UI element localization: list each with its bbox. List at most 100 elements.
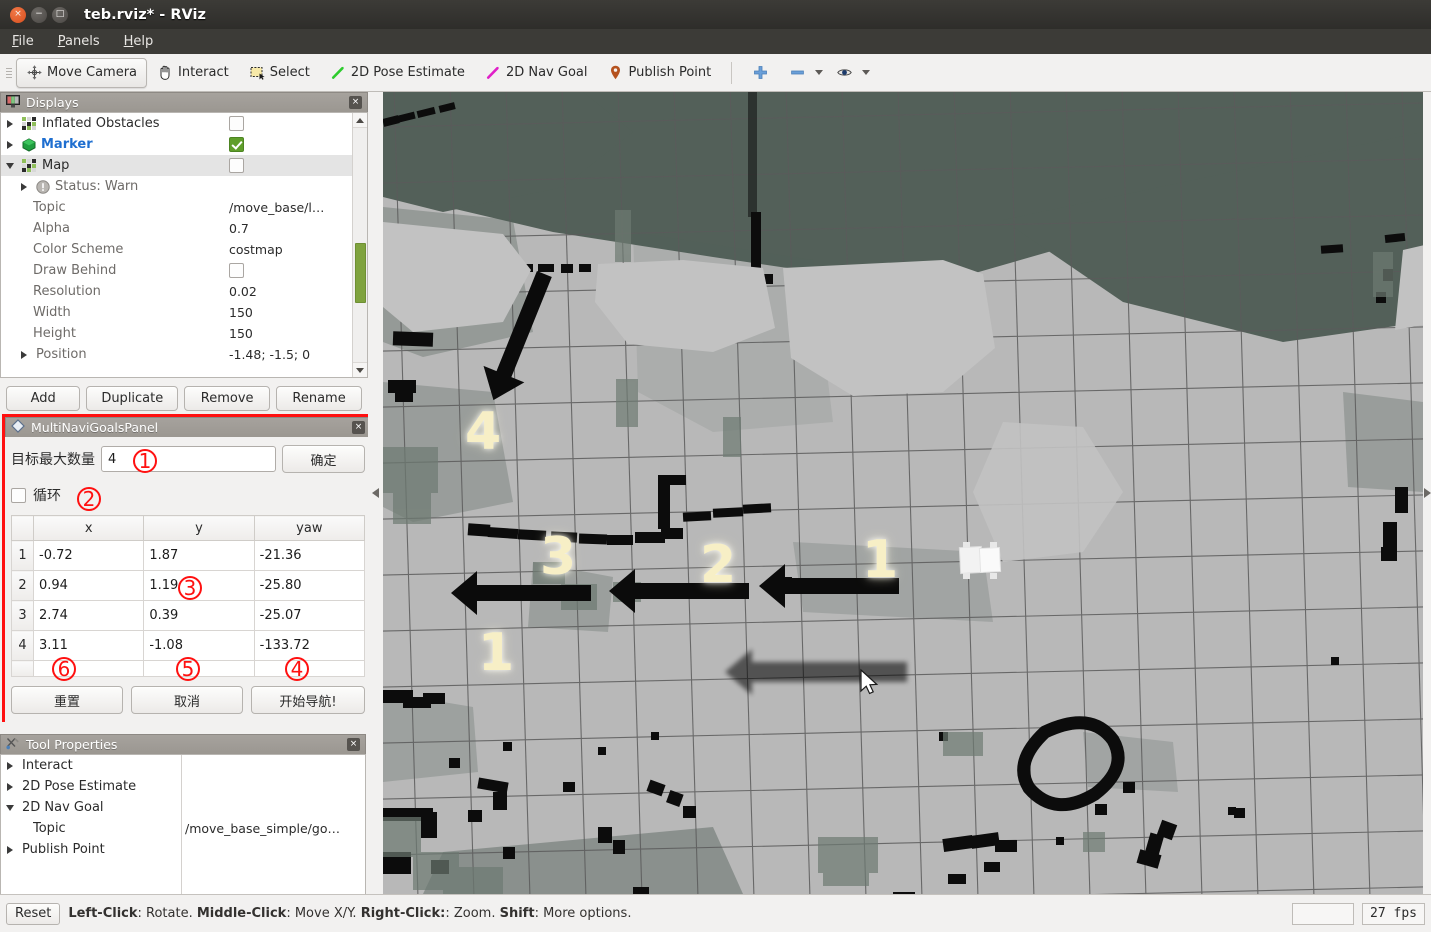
goal-yaw-1[interactable]: -21.36 [253, 540, 366, 571]
navpanel-title: MultiNaviGoalsPanel [31, 420, 159, 435]
expander-icon-pose[interactable] [3, 782, 17, 791]
window-maximize-button[interactable]: □ [52, 6, 68, 23]
expander-icon-position[interactable] [17, 350, 31, 359]
display-row-resolution[interactable]: Resolution 0.02 [1, 281, 367, 302]
toolprop-row-interact[interactable]: Interact [1, 755, 365, 776]
start-navigation-button[interactable]: 开始导航! [251, 686, 365, 714]
menu-file[interactable]: FFileile [12, 34, 34, 49]
left-dock-collapse-handle[interactable] [368, 92, 383, 894]
goal-yaw-2[interactable]: -25.80 [253, 570, 366, 601]
display-row-status[interactable]: Status: Warn [1, 176, 367, 197]
display-row-map[interactable]: Map [1, 155, 367, 176]
display-value-topic: /move_base/l… [229, 200, 325, 215]
display-row-marker[interactable]: Marker [1, 134, 367, 155]
menu-help[interactable]: Help [124, 34, 154, 49]
display-row-height[interactable]: Height 150 [1, 323, 367, 344]
goal-x-4[interactable]: 3.11 [32, 630, 145, 661]
goal-x-1[interactable]: -0.72 [32, 540, 145, 571]
visibility-tool-button[interactable] [826, 58, 873, 88]
goal-y-1[interactable]: 1.87 [143, 540, 255, 571]
table-row[interactable]: 4 3.11 -1.08 -133.72 [11, 630, 366, 661]
display-row-color-scheme[interactable]: Color Scheme costmap [1, 239, 367, 260]
display-checkbox-map[interactable] [229, 158, 244, 173]
remove-tool-button[interactable] [779, 58, 826, 88]
cancel-goals-button[interactable]: 取消 [131, 686, 244, 714]
table-row[interactable]: 1 -0.72 1.87 -21.36 [11, 540, 366, 571]
draw-behind-checkbox[interactable] [229, 263, 244, 278]
confirm-button[interactable]: 确定 [282, 445, 365, 473]
scroll-thumb[interactable] [355, 243, 366, 303]
toolbar-grip[interactable] [4, 61, 14, 85]
display-checkbox-inflated-obstacles[interactable] [229, 116, 244, 131]
display-label-status: Status: Warn [55, 179, 139, 194]
remove-button[interactable]: Remove [184, 386, 271, 411]
add-button[interactable]: Add [6, 386, 81, 411]
toolprop-row-2d-pose-estimate[interactable]: 2D Pose Estimate [1, 776, 365, 797]
goal-yaw-4[interactable]: -133.72 [253, 630, 366, 661]
expander-icon-navgoal[interactable] [3, 804, 17, 811]
map-grid-icon-2 [22, 159, 37, 172]
display-label-marker: Marker [41, 137, 93, 152]
display-row-inflated-obstacles[interactable]: Inflated Obstacles [1, 113, 367, 134]
scroll-down-button[interactable] [353, 362, 367, 377]
duplicate-button[interactable]: Duplicate [86, 386, 179, 411]
window-close-button[interactable]: × [10, 6, 26, 23]
title-bar: × − □ teb.rviz* - RViz [0, 0, 1431, 29]
tool-publish-point[interactable]: Publish Point [597, 58, 721, 88]
toolprop-row-2d-nav-goal[interactable]: 2D Nav Goal [1, 797, 365, 818]
max-goals-input[interactable]: 4 [101, 446, 276, 472]
display-row-topic[interactable]: Topic /move_base/l… [1, 197, 367, 218]
display-row-alpha[interactable]: Alpha 0.7 [1, 218, 367, 239]
display-checkbox-marker[interactable] [229, 137, 244, 152]
tool-select[interactable]: Select [239, 58, 320, 88]
tool-interact[interactable]: Interact [147, 58, 239, 88]
expander-icon-publishpoint[interactable] [3, 845, 17, 854]
toolprop-row-publish-point[interactable]: Publish Point [1, 839, 365, 860]
display-label-draw-behind: Draw Behind [33, 263, 117, 278]
add-tool-button[interactable] [742, 58, 779, 88]
window-minimize-button[interactable]: − [31, 6, 47, 23]
tool-2d-pose-estimate[interactable]: 2D Pose Estimate [320, 58, 475, 88]
goals-col-yaw[interactable]: yaw [253, 515, 366, 541]
tool-publish-point-label: Publish Point [628, 65, 712, 80]
goal-x-2[interactable]: 0.94 [32, 570, 145, 601]
chevron-down-icon-2[interactable] [862, 70, 871, 75]
tool-properties-tree[interactable]: Interact 2D Pose Estimate 2D Nav Goal To… [0, 754, 366, 897]
reset-view-button[interactable]: Reset [6, 902, 61, 925]
goal-yaw-3[interactable]: -25.07 [253, 600, 366, 631]
render-view-3d[interactable]: 1 [383, 92, 1423, 894]
display-row-draw-behind[interactable]: Draw Behind [1, 260, 367, 281]
goals-col-x[interactable]: x [32, 515, 145, 541]
display-row-width[interactable]: Width 150 [1, 302, 367, 323]
goal-y-3[interactable]: 0.39 [143, 600, 255, 631]
right-dock-collapse-handle[interactable] [1423, 92, 1431, 894]
menu-panels[interactable]: Panels [58, 34, 100, 49]
rename-button[interactable]: Rename [276, 386, 362, 411]
expander-icon-status[interactable] [17, 182, 31, 191]
expander-icon-interact[interactable] [3, 761, 17, 770]
table-row[interactable]: 3 2.74 0.39 -25.07 [11, 600, 366, 631]
tool-properties-column-divider[interactable] [181, 755, 182, 896]
navpanel-close[interactable]: × [352, 421, 365, 434]
expander-icon-marker[interactable] [3, 140, 17, 149]
reset-goals-button[interactable]: 重置 [11, 686, 124, 714]
displays-tree[interactable]: Inflated Obstacles Marker Map Status: Wa… [0, 112, 368, 378]
goal-x-3[interactable]: 2.74 [32, 600, 145, 631]
goals-table-header-row: x y yaw [11, 515, 366, 541]
loop-checkbox[interactable] [11, 487, 26, 503]
toolprop-row-topic[interactable]: Topic /move_base_simple/go… [1, 818, 365, 839]
tool-properties-close[interactable]: × [347, 738, 360, 751]
expander-icon[interactable] [3, 119, 17, 128]
tool-2d-nav-goal[interactable]: 2D Nav Goal [475, 58, 598, 88]
expander-icon-map[interactable] [3, 162, 17, 169]
chevron-down-icon[interactable] [815, 70, 824, 75]
scroll-up-button[interactable] [353, 113, 367, 128]
displays-scrollbar[interactable] [352, 113, 367, 377]
goals-col-y[interactable]: y [143, 515, 255, 541]
tool-move-camera[interactable]: Move Camera [16, 57, 148, 88]
goal-y-4[interactable]: -1.08 [143, 630, 255, 661]
display-label-inflated-obstacles: Inflated Obstacles [42, 116, 160, 131]
select-rect-icon [249, 64, 266, 81]
display-row-position[interactable]: Position -1.48; -1.5; 0 [1, 344, 367, 365]
displays-panel-close[interactable]: × [349, 96, 362, 109]
